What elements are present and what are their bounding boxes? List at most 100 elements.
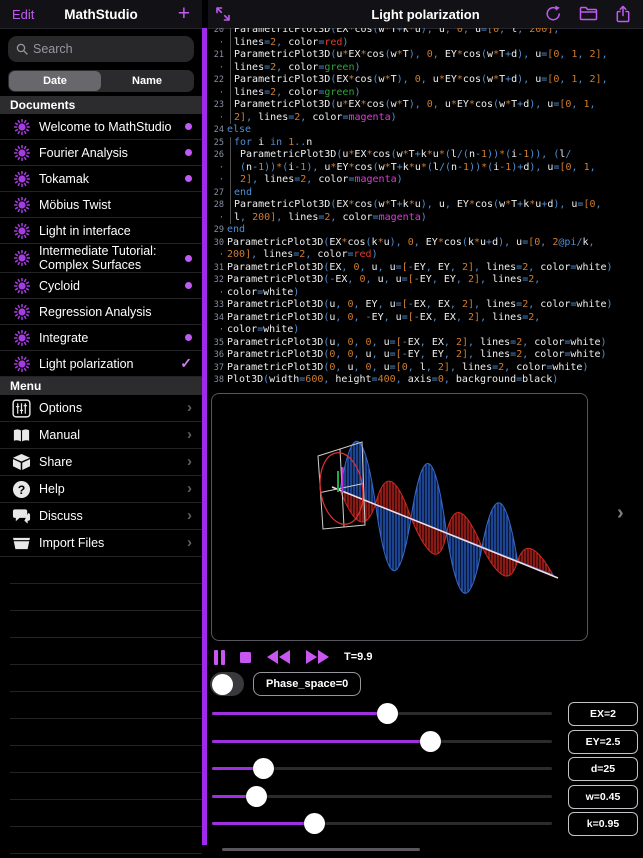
stop-button[interactable] xyxy=(240,652,251,663)
document-row[interactable]: Tokamak xyxy=(0,166,202,192)
chevron-right-icon: › xyxy=(187,538,192,548)
chevron-right-icon: › xyxy=(187,511,192,521)
sort-name-segment[interactable]: Name xyxy=(101,71,193,91)
parameter-slider-row: w=0.45 xyxy=(208,783,643,811)
code-line: 31ParametricPlot3D(EX, 0, u, u=[-EY, EY,… xyxy=(208,262,643,275)
slider-knob[interactable] xyxy=(253,758,274,779)
next-output-chevron-icon[interactable]: › xyxy=(617,502,624,525)
fast-forward-button[interactable] xyxy=(306,650,329,664)
document-row[interactable]: Welcome to MathStudio xyxy=(0,114,202,140)
slider-knob[interactable] xyxy=(377,703,398,724)
unread-dot xyxy=(185,255,192,262)
pause-button[interactable] xyxy=(214,650,225,665)
sort-segmented-control: Date Name xyxy=(8,70,194,92)
plot-3d-canvas[interactable] xyxy=(211,393,588,641)
sort-date-segment[interactable]: Date xyxy=(9,71,101,91)
animation-player: T=9.9 xyxy=(214,646,372,668)
pause-icon xyxy=(214,650,218,665)
slider-value-box: w=0.45 xyxy=(568,785,638,809)
parameter-slider-row: k=0.95 xyxy=(208,810,643,838)
parameter-slider-row: EY=2.5 xyxy=(208,728,643,756)
code-line: ·200], lines=2, color=red) xyxy=(208,249,643,262)
blue-wave xyxy=(340,441,553,593)
sidebar-toolbar: Edit MathStudio + xyxy=(0,0,202,29)
unread-dot xyxy=(185,334,192,341)
folder-icon xyxy=(579,5,598,21)
horizontal-scrollbar[interactable] xyxy=(222,848,420,851)
documents-section-header: Documents xyxy=(0,96,202,114)
document-row[interactable]: Integrate xyxy=(0,325,202,351)
code-line: 36ParametricPlot3D(0, 0, u, u=[-EY, EY, … xyxy=(208,349,643,362)
rewind-button[interactable] xyxy=(267,650,290,664)
gear-icon xyxy=(13,303,31,321)
document-row[interactable]: Regression Analysis xyxy=(0,299,202,325)
menu-item-share[interactable]: Share › xyxy=(0,449,202,476)
code-line: 35ParametricPlot3D(u, 0, 0, u=[-EX, EX, … xyxy=(208,337,643,350)
empty-row-separator xyxy=(10,638,202,665)
gear-icon xyxy=(13,355,31,373)
time-readout: T=9.9 xyxy=(344,651,372,663)
document-row[interactable]: Fourier Analysis xyxy=(0,140,202,166)
empty-row-separator xyxy=(10,611,202,638)
document-row[interactable]: Light polarization✓ xyxy=(0,351,202,377)
toolbar-actions xyxy=(545,5,631,23)
code-line: 28ParametricPlot3D(EX*cos(w*T+k*u), u, E… xyxy=(208,199,643,212)
code-line: ·l, 200], lines=2, color=magenta) xyxy=(208,212,643,225)
gift-icon xyxy=(12,453,31,471)
menu-item-import-files[interactable]: Import Files › xyxy=(0,530,202,557)
open-folder-button[interactable] xyxy=(579,5,598,23)
fast-forward-icon xyxy=(318,650,329,664)
gear-icon xyxy=(13,118,31,136)
document-row[interactable]: Light in interface xyxy=(0,218,202,244)
code-editor[interactable]: 20ParametricPlot3D(EX*cos(w*T+k*u), u, 0… xyxy=(208,28,643,392)
main-panel: Light polarization xyxy=(208,0,643,858)
empty-row-separator xyxy=(10,557,202,584)
book-icon xyxy=(12,427,31,444)
sliders-icon xyxy=(12,399,31,418)
menu-item-help[interactable]: ? Help › xyxy=(0,476,202,503)
menu-item-label: Options xyxy=(39,401,187,415)
code-line: 34ParametricPlot3D(u, 0, -EY, u=[-EX, EX… xyxy=(208,312,643,325)
document-label: Cycloid xyxy=(39,279,185,293)
gear-icon xyxy=(13,196,31,214)
slider-knob[interactable] xyxy=(246,786,267,807)
code-line: ·lines=2, color=green) xyxy=(208,62,643,75)
code-line: ·2], lines=2, color=magenta) xyxy=(208,174,643,187)
gear-icon xyxy=(13,249,31,267)
unread-dot xyxy=(185,282,192,289)
refresh-button[interactable] xyxy=(545,5,562,23)
document-row[interactable]: Cycloid xyxy=(0,273,202,299)
code-line: ·lines=2, color=red) xyxy=(208,37,643,50)
code-line: 30ParametricPlot3D(EX*cos(k*u), 0, EY*co… xyxy=(208,237,643,250)
slider-knob[interactable] xyxy=(304,813,325,834)
expand-button[interactable] xyxy=(215,6,231,22)
slider-knob[interactable] xyxy=(420,731,441,752)
parameter-sliders: EX=2 EY=2.5 d=25 w=0.45 k=0.95 xyxy=(208,700,643,838)
documents-list: Welcome to MathStudio Fourier Analysis T… xyxy=(0,114,202,377)
code-line: ·color=white) xyxy=(208,324,643,337)
menu-item-discuss[interactable]: Discuss › xyxy=(0,503,202,530)
code-line: 24else xyxy=(208,124,643,137)
document-row[interactable]: Intermediate Tutorial: Complex Surfaces xyxy=(0,244,202,273)
slider-value-box: EX=2 xyxy=(568,702,638,726)
phase-space-button[interactable]: Phase_space=0 xyxy=(253,672,361,696)
code-line: ·lines=2, color=green) xyxy=(208,87,643,100)
share-button[interactable] xyxy=(615,5,631,23)
search-input[interactable]: Search xyxy=(8,36,194,62)
split-view-divider[interactable] xyxy=(202,28,207,845)
code-line: 25for i in 1..n xyxy=(208,137,643,150)
menu-item-label: Discuss xyxy=(39,509,187,523)
code-line: 27end xyxy=(208,187,643,200)
slider-track[interactable] xyxy=(212,822,552,825)
document-row[interactable]: Möbius Twist xyxy=(0,192,202,218)
unread-dot xyxy=(185,123,192,130)
menu-item-options[interactable]: Options › xyxy=(0,395,202,422)
document-label: Fourier Analysis xyxy=(39,146,185,160)
code-line: ·color=white) xyxy=(208,287,643,300)
phase-space-toggle[interactable] xyxy=(210,672,244,696)
code-line: 38Plot3D(width=600, height=400, axis=0, … xyxy=(208,374,643,387)
menu-item-manual[interactable]: Manual › xyxy=(0,422,202,449)
slider-track[interactable] xyxy=(212,740,552,743)
menu-item-label: Share xyxy=(39,455,187,469)
empty-row-separator xyxy=(10,665,202,692)
